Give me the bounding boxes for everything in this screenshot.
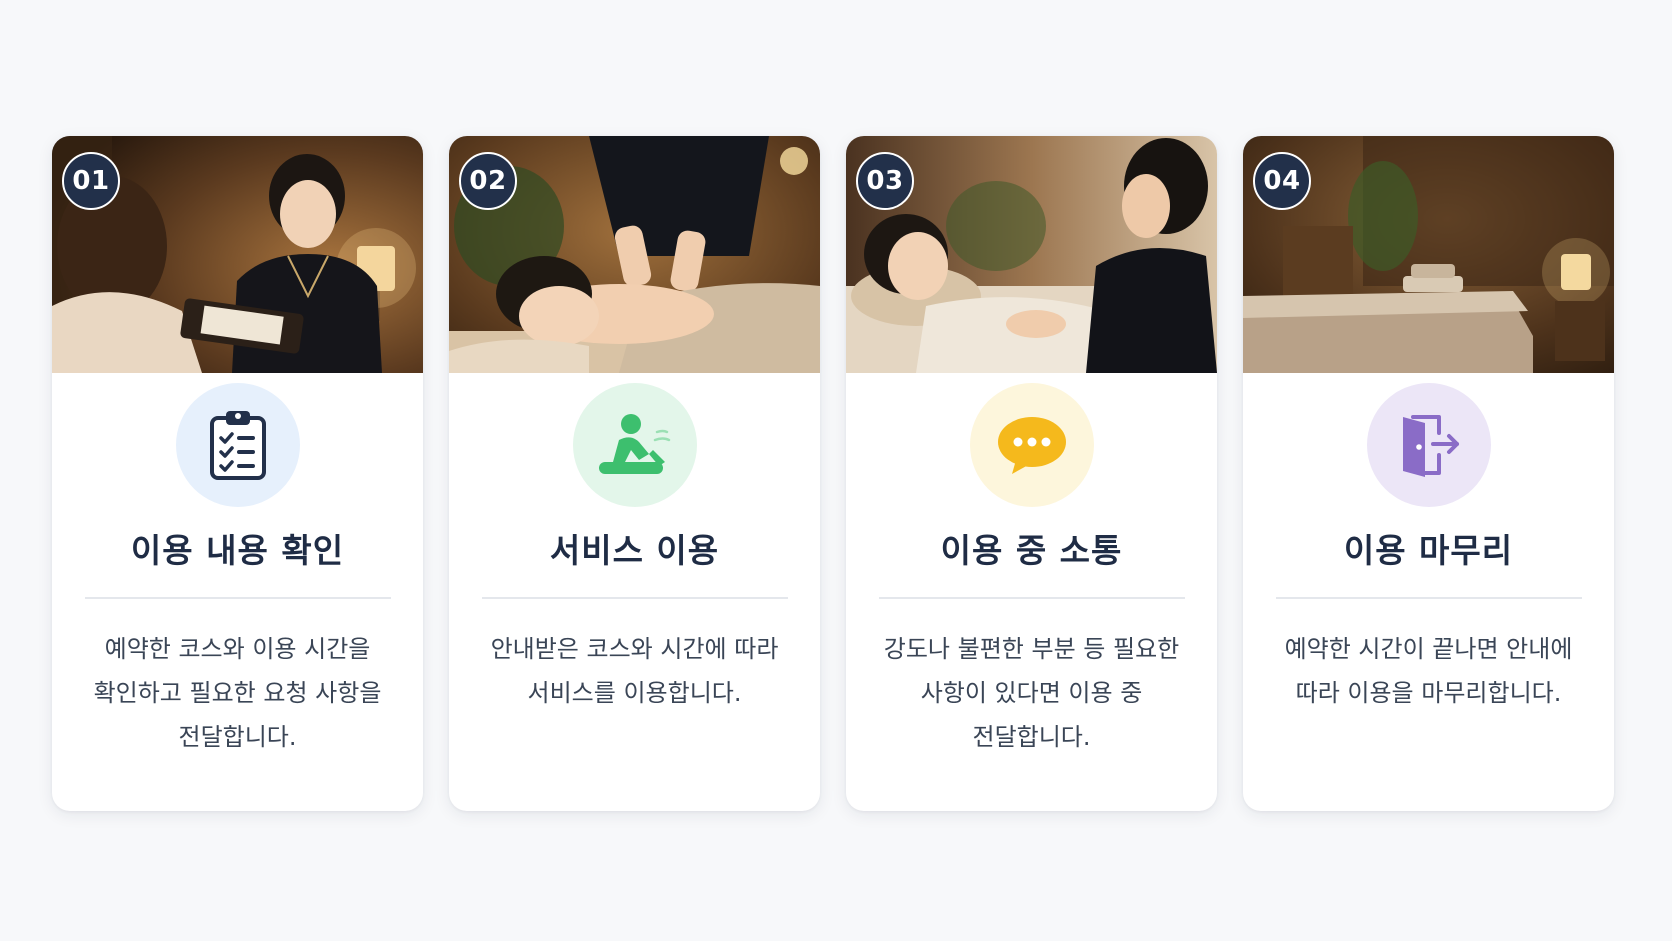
chat-bubble-icon (997, 417, 1066, 474)
icon-circle (1366, 383, 1491, 507)
step-number-badge: 01 (62, 152, 120, 210)
step-card-1: 01 이용 내용 확인 예약한 코스와 이용 시간을 확인하고 필요한 요청 사… (52, 136, 423, 811)
massage-person-icon (598, 414, 670, 474)
divider (84, 597, 391, 599)
massage-photo: 02 (449, 136, 820, 373)
divider (878, 597, 1185, 599)
step-title: 서비스 이용 (549, 531, 720, 570)
exit-door-icon (1402, 415, 1459, 477)
icon-circle (969, 383, 1094, 507)
step-card-4: 04 이용 마무리 예약한 시간이 끝나면 안내에 따라 이용을 마무리합니다. (1243, 136, 1614, 811)
icon-circle (175, 383, 300, 507)
step-description: 강도나 불편한 부분 등 필요한 사항이 있다면 이용 중 전달합니다. (883, 635, 1180, 751)
step-description: 예약한 시간이 끝나면 안내에 따라 이용을 마무리합니다. (1284, 635, 1573, 707)
step-card-3: 03 이용 중 소통 강도나 불편한 부분 등 필요한 사항이 있다면 이용 중… (846, 136, 1217, 811)
clipboard-checklist-icon (209, 411, 266, 480)
process-steps: 01 이용 내용 확인 예약한 코스와 이용 시간을 확인하고 필요한 요청 사… (52, 136, 1614, 811)
step-description: 안내받은 코스와 시간에 따라 서비스를 이용합니다. (490, 635, 779, 707)
step-number-badge: 03 (856, 152, 914, 210)
step-title: 이용 중 소통 (940, 531, 1123, 570)
communication-photo: 03 (846, 136, 1217, 373)
divider (481, 597, 788, 599)
icon-circle (572, 383, 697, 507)
step-title: 이용 내용 확인 (130, 531, 345, 570)
treatment-room-photo: 04 (1243, 136, 1614, 373)
step-number-badge: 04 (1253, 152, 1311, 210)
step-number-badge: 02 (459, 152, 517, 210)
step-title: 이용 마무리 (1343, 531, 1514, 570)
step-description: 예약한 코스와 이용 시간을 확인하고 필요한 요청 사항을 전달합니다. (93, 635, 382, 751)
step-card-2: 02 서비스 이용 안내받은 코스와 시간에 따라 서비스를 이용합니다. (449, 136, 820, 811)
consultation-photo: 01 (52, 136, 423, 373)
divider (1275, 597, 1582, 599)
